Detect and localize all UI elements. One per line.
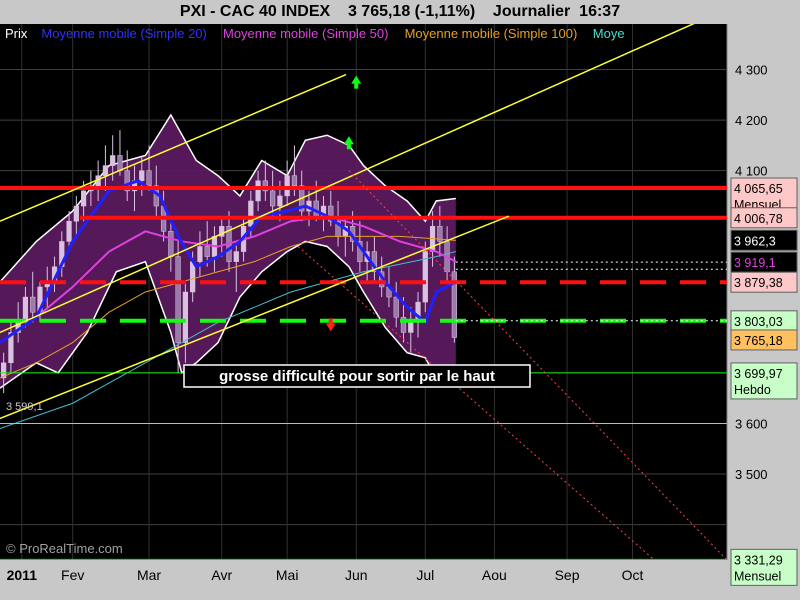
price-label-value: 3 331,29 (734, 553, 783, 567)
y-tick-label: 4 200 (735, 113, 768, 128)
candle-body (139, 170, 145, 182)
x-tick-label: Aou (482, 567, 507, 583)
left-value-label: 3 599,1 (6, 401, 43, 413)
price-label-period: Mensuel (734, 569, 781, 583)
y-tick-label: 4 300 (735, 63, 768, 78)
chart-window: grosse difficulté pour sortir par le hau… (0, 0, 800, 600)
price-label-period: Hebdo (734, 383, 771, 397)
price-label-value: 3 699,97 (734, 367, 783, 381)
candle-body (291, 175, 298, 187)
candle-body (393, 296, 399, 318)
candle-body (110, 155, 116, 166)
candle-body (313, 200, 319, 217)
price-label-value: 3 879,38 (734, 276, 783, 290)
x-tick-label: Jun (345, 567, 368, 583)
candle-body (30, 296, 36, 313)
y-tick-label: 3 600 (735, 416, 768, 431)
candle-body (102, 165, 109, 176)
watermark: © ProRealTime.com (6, 541, 123, 556)
candle-body (175, 256, 181, 343)
annotation-text: grosse difficulté pour sortir par le hau… (219, 368, 495, 385)
price-label-value: 4 065,65 (734, 182, 783, 196)
x-tick-label: Oct (622, 567, 644, 583)
legend-item: Moyenne mobile (Simple 100) (405, 26, 578, 41)
candle-body (80, 190, 87, 207)
price-label-value: 3 803,03 (734, 315, 783, 329)
candle-body (117, 155, 123, 171)
legend-item: Moye (593, 26, 625, 41)
candle-body (277, 195, 283, 207)
x-tick-label: Mar (137, 567, 161, 583)
candle (422, 241, 428, 313)
candle-body (197, 246, 203, 262)
legend-item: Prix (5, 26, 28, 41)
x-axis-panel (0, 560, 800, 600)
candle-body (182, 291, 188, 343)
x-tick-label: Jul (416, 567, 434, 583)
candle-body (255, 180, 261, 202)
candle-body (168, 231, 174, 257)
candle-body (270, 190, 276, 207)
candle-body (248, 200, 254, 227)
candle-body (204, 246, 210, 257)
candle-body (73, 205, 79, 222)
x-tick-label: 2011 (7, 567, 38, 583)
x-tick-label: Avr (211, 567, 232, 583)
price-chart[interactable]: grosse difficulté pour sortir par le hau… (0, 0, 800, 600)
y-tick-label: 4 100 (735, 164, 768, 179)
legend-item: Moyenne mobile (Simple 50) (223, 26, 388, 41)
candle-body (66, 220, 72, 242)
x-tick-label: Sep (555, 567, 580, 583)
y-tick-label: 3 500 (735, 467, 768, 482)
candle-body (146, 170, 152, 187)
x-tick-label: Fev (61, 567, 84, 583)
price-label-value: 3 919,1 (734, 256, 776, 270)
price-label-value: 3 765,18 (734, 334, 783, 348)
candle-body (22, 296, 29, 323)
x-tick-label: Mai (276, 567, 299, 583)
candle-body (408, 322, 414, 333)
candle-body (233, 251, 239, 262)
price-label-value: 4 006,78 (734, 212, 783, 226)
price-label-value: 3 962,3 (734, 234, 776, 248)
candle-body (284, 175, 290, 197)
chart-title: PXI - CAC 40 INDEX 3 765,18 (-1,11%) Jou… (0, 0, 800, 24)
legend-item: Moyenne mobile (Simple 20) (41, 26, 206, 41)
